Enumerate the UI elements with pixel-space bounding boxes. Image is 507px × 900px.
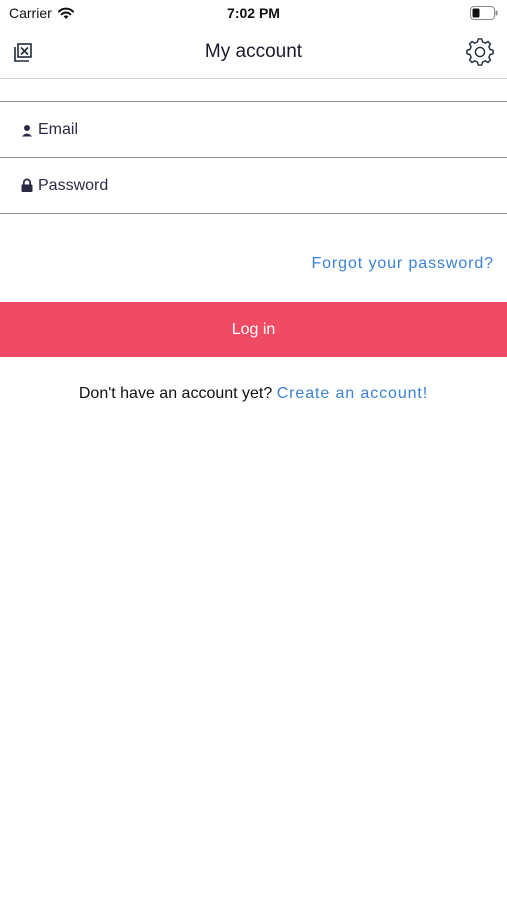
status-bar: Carrier 7:02 PM <box>0 0 507 28</box>
password-field[interactable] <box>38 158 497 214</box>
login-button[interactable]: Log in <box>0 302 507 357</box>
page-title: My account <box>204 41 303 62</box>
login-form <box>0 101 507 214</box>
forgot-password-link[interactable]: Forgot your password? <box>311 255 494 273</box>
navigation-bar: My account <box>0 28 507 79</box>
signup-prompt: Don't have an account yet? <box>78 385 273 402</box>
create-account-link[interactable]: Create an account! <box>277 385 428 402</box>
password-row <box>0 158 507 214</box>
email-row <box>0 102 507 158</box>
screen: Carrier 7:02 PM My account Email Forgot … <box>0 0 507 900</box>
signup-row: Don't have an account yet? Create an acc… <box>0 385 507 403</box>
lock-icon <box>21 178 33 192</box>
email-field[interactable] <box>38 102 497 158</box>
status-time: 7:02 PM <box>227 5 280 21</box>
battery-icon <box>470 6 498 20</box>
gear-icon[interactable] <box>465 37 495 67</box>
user-icon <box>22 125 32 137</box>
